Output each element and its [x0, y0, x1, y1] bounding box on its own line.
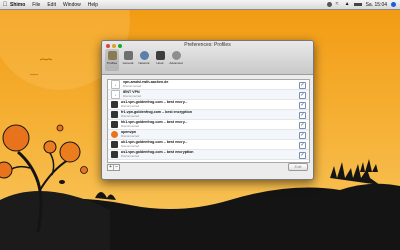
- tab-label: Hook: [156, 61, 164, 65]
- cisco-icon: •: [111, 90, 120, 99]
- list-item[interactable]: us1.vpn.goldenfrog.com – best encry... Di…: [108, 100, 309, 110]
- profile-enabled-checkbox[interactable]: ✓: [299, 142, 306, 149]
- tab-label: Network: [138, 61, 150, 65]
- profile-status: Disconnected: [121, 133, 140, 138]
- profile-enabled-checkbox[interactable]: ✓: [299, 152, 306, 159]
- profile-status: Disconnected: [123, 83, 142, 88]
- preferences-toolbar: Profiles General Network Hook Advanced: [105, 49, 183, 71]
- list-item[interactable]: openvpn Disconnected ✓: [108, 130, 309, 140]
- advanced-icon: [171, 51, 181, 60]
- menu-file[interactable]: File: [32, 2, 40, 8]
- menu-app-name[interactable]: Shimo: [10, 2, 25, 8]
- tab-label: Advanced: [169, 61, 183, 65]
- list-item[interactable]: • vpn-amdsl.rwth-aachen.de Disconnected ✓: [108, 80, 309, 90]
- tab-advanced[interactable]: Advanced: [169, 49, 183, 71]
- wifi-icon[interactable]: ≈: [336, 2, 341, 7]
- profile-status: Disconnected: [121, 123, 140, 128]
- network-icon: [139, 51, 149, 60]
- window-titlebar[interactable]: Preferences: Profiles Profiles General N…: [102, 41, 313, 75]
- cisco-icon: •: [111, 80, 120, 89]
- apple-icon[interactable]: : [0, 2, 10, 8]
- tab-hook[interactable]: Hook: [153, 49, 167, 71]
- vyprvpn-icon: [111, 141, 118, 148]
- vyprvpn-icon: [111, 111, 118, 118]
- menu-bar:  Shimo File Edit Window Help ≈ ▲ Sa. 15…: [0, 0, 400, 10]
- profile-enabled-checkbox[interactable]: ✓: [299, 82, 306, 89]
- vyprvpn-icon: [111, 101, 118, 108]
- general-icon: [123, 51, 133, 60]
- spotlight-icon[interactable]: [391, 2, 396, 7]
- add-remove-control: + –: [107, 163, 120, 171]
- profile-status: Disconnected: [121, 153, 140, 158]
- volume-icon[interactable]: ▲: [345, 2, 350, 7]
- list-item[interactable]: fr1.vpn.goldenfrog.com – best encryption…: [108, 110, 309, 120]
- profile-status: Disconnected: [121, 113, 140, 118]
- menu-edit[interactable]: Edit: [47, 2, 56, 8]
- list-actions: + – Edit: [107, 162, 308, 172]
- menu-window[interactable]: Window: [63, 2, 81, 8]
- list-item[interactable]: uk1.vpn.goldenfrog.com – best encry... Di…: [108, 140, 309, 150]
- tab-network[interactable]: Network: [137, 49, 151, 71]
- openvpn-icon: [111, 131, 118, 138]
- edit-button[interactable]: Edit: [288, 163, 308, 171]
- tab-label: General: [122, 61, 134, 65]
- vyprvpn-icon: [111, 151, 118, 158]
- profile-status: Disconnected: [123, 93, 142, 98]
- profiles-list[interactable]: • vpn-amdsl.rwth-aachen.de Disconnected ✓…: [107, 79, 310, 163]
- hook-icon: [155, 51, 165, 60]
- profile-enabled-checkbox[interactable]: ✓: [299, 92, 306, 99]
- profile-enabled-checkbox[interactable]: ✓: [299, 112, 306, 119]
- profile-enabled-checkbox[interactable]: ✓: [299, 132, 306, 139]
- menu-help[interactable]: Help: [88, 2, 98, 8]
- tab-label: Profiles: [106, 61, 117, 65]
- profile-enabled-checkbox[interactable]: ✓: [299, 122, 306, 129]
- menu-extras: ≈ ▲ Sa. 15:04: [326, 2, 400, 8]
- profiles-pane: • vpn-amdsl.rwth-aachen.de Disconnected ✓…: [102, 75, 313, 178]
- profile-status: Disconnected: [121, 103, 140, 108]
- list-item[interactable]: hk1.vpn.goldenfrog.com – best encry... Di…: [108, 120, 309, 130]
- profile-enabled-checkbox[interactable]: ✓: [299, 102, 306, 109]
- vyprvpn-icon: [111, 121, 118, 128]
- profiles-icon: [107, 51, 117, 60]
- tab-general[interactable]: General: [121, 49, 135, 71]
- preferences-window: Preferences: Profiles Profiles General N…: [101, 40, 314, 180]
- profile-status: Disconnected: [121, 143, 140, 148]
- window-title: Preferences: Profiles: [184, 42, 231, 48]
- battery-icon[interactable]: [353, 3, 362, 6]
- tab-profiles[interactable]: Profiles: [105, 49, 119, 71]
- list-item[interactable]: • IENT VPN Disconnected ✓: [108, 90, 309, 100]
- list-item[interactable]: us1.vpn.goldenfrog.com – best encryption…: [108, 150, 309, 160]
- remove-profile-button[interactable]: –: [114, 164, 119, 170]
- menu-clock[interactable]: Sa. 15:04: [366, 2, 387, 8]
- shimo-status-icon[interactable]: [326, 2, 332, 7]
